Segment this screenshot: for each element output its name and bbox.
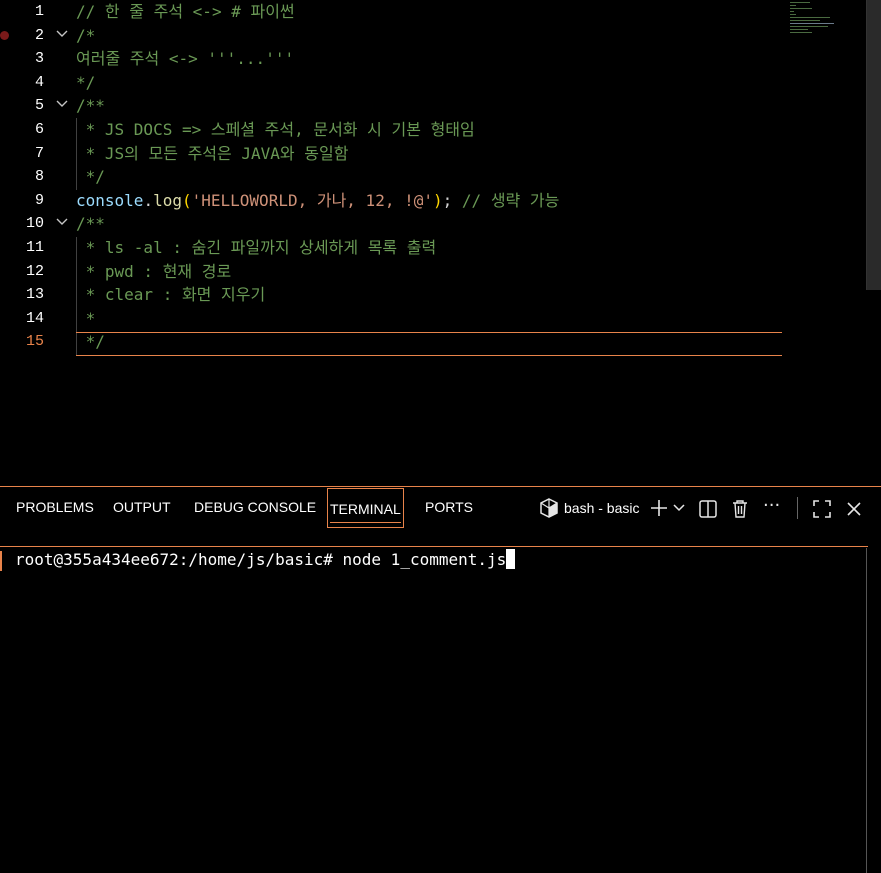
code-token-object: console	[76, 190, 144, 210]
code-line[interactable]: 3 여러줄 주석 <-> '''...'''	[0, 47, 800, 71]
code-line[interactable]: 2 /*	[0, 24, 800, 48]
code-text: *	[76, 308, 96, 328]
line-number: 11	[25, 239, 44, 256]
chevron-down-icon[interactable]	[54, 94, 70, 118]
code-editor[interactable]: 1 // 한 줄 주석 <-> # 파이썬 2 /* 3 여러줄 주석 <-> '''..…	[0, 0, 881, 486]
tab-problems[interactable]: PROBLEMS	[16, 487, 94, 527]
code-line[interactable]: 10 /**	[0, 212, 800, 236]
chevron-down-icon[interactable]	[54, 24, 70, 48]
terminal-focus-marker	[0, 551, 2, 571]
code-text: */	[76, 332, 105, 352]
code-line[interactable]: 13 * clear : 화면 지우기	[0, 283, 800, 307]
tab-terminal-label: TERMINAL	[330, 501, 401, 517]
maximize-icon[interactable]	[813, 500, 831, 518]
code-text: * ls -al : 숨긴 파일까지 상세하게 목록 출력	[76, 238, 437, 257]
code-line[interactable]: 6 * JS DOCS => 스페셜 주석, 문서화 시 기본 형태임	[0, 118, 800, 142]
chevron-down-icon[interactable]	[673, 502, 685, 514]
panel-tabs: PROBLEMS OUTPUT DEBUG CONSOLE TERMINAL P…	[0, 487, 881, 529]
code-line[interactable]: 8 */	[0, 165, 800, 189]
code-line[interactable]: 9 console.log('HELLOWORLD, 가나, 12, !@'); …	[0, 189, 800, 213]
line-number: 7	[34, 144, 44, 162]
tab-debug-console[interactable]: DEBUG CONSOLE	[194, 487, 316, 527]
code-line[interactable]: 15 */	[0, 330, 800, 354]
line-number: 1	[34, 3, 44, 20]
code-token-string: 'HELLOWORLD, 가나, 12, !@'	[191, 190, 433, 210]
code-line[interactable]: 1 // 한 줄 주석 <-> # 파이썬	[0, 0, 800, 24]
terminal-icon	[540, 498, 558, 518]
code-text: * clear : 화면 지우기	[76, 285, 266, 305]
tab-terminal[interactable]: TERMINAL	[327, 488, 404, 528]
plus-icon[interactable]	[650, 499, 668, 517]
terminal-cursor	[506, 549, 516, 569]
code-line[interactable]: 12 * pwd : 현재 경로	[0, 260, 800, 284]
ellipsis-icon[interactable]: ···	[763, 495, 780, 516]
code-text: /**	[76, 96, 105, 116]
line-number: 6	[34, 121, 44, 138]
terminal-prompt: root@355a434ee672:/home/js/basic#	[15, 550, 343, 569]
code-text: */	[76, 72, 96, 92]
code-token-paren: )	[433, 190, 443, 210]
line-number: 8	[34, 168, 44, 186]
line-number: 4	[34, 73, 44, 91]
terminal-command: node 1_comment.js	[342, 550, 507, 569]
code-text: * JS의 모든 주석은 JAVA와 동일함	[76, 143, 349, 163]
code-token-function: log	[153, 190, 182, 210]
tab-ports[interactable]: PORTS	[425, 487, 473, 527]
code-text: /**	[76, 214, 105, 234]
code-token-dot: .	[143, 190, 154, 210]
chevron-down-icon[interactable]	[54, 212, 70, 236]
close-icon[interactable]	[847, 502, 861, 516]
editor-scrollbar[interactable]	[866, 0, 881, 290]
line-number: 14	[25, 309, 44, 327]
code-text: * JS DOCS => 스페셜 주석, 문서화 시 기본 형태임	[76, 120, 475, 139]
code-text: * pwd : 현재 경로	[76, 261, 232, 281]
panel-separator	[0, 546, 868, 547]
toolbar-divider	[797, 497, 798, 519]
code-token-semicolon: ;	[442, 190, 453, 210]
code-line[interactable]: 4 */	[0, 71, 800, 95]
code-text: console.log('HELLOWORLD, 가나, 12, !@'); /…	[76, 189, 559, 213]
line-number: 10	[25, 215, 44, 233]
terminal-line: root@355a434ee672:/home/js/basic# node 1…	[15, 548, 516, 572]
code-line[interactable]: 5 /**	[0, 94, 800, 118]
minimap[interactable]	[786, 0, 866, 40]
active-tab-underline	[330, 522, 401, 523]
line-number: 3	[34, 50, 44, 68]
code-token-comment: // 생략 가능	[452, 190, 560, 210]
code-line[interactable]: 11 * ls -al : 숨긴 파일까지 상세하게 목록 출력	[0, 236, 800, 260]
code-line[interactable]: 7 * JS의 모든 주석은 JAVA와 동일함	[0, 142, 800, 166]
code-token-paren: (	[181, 190, 192, 210]
terminal-selector[interactable]: bash - basic	[540, 498, 645, 520]
tab-output[interactable]: OUTPUT	[113, 487, 171, 527]
terminal-scrollbar[interactable]	[866, 548, 867, 873]
line-number: 5	[34, 97, 44, 115]
line-number: 15	[25, 333, 44, 351]
line-number: 13	[25, 286, 44, 304]
code-text: /*	[76, 25, 96, 45]
terminal-name: bash - basic	[564, 500, 640, 516]
line-number: 9	[34, 191, 44, 209]
code-text: // 한 줄 주석 <-> # 파이썬	[76, 2, 295, 21]
code-text: 여러줄 주석 <-> '''...'''	[76, 49, 295, 69]
trash-icon[interactable]	[732, 500, 748, 518]
code-line[interactable]: 14 *	[0, 307, 800, 331]
split-terminal-icon[interactable]	[699, 500, 717, 518]
code-text: */	[76, 167, 105, 187]
terminal-output[interactable]: root@355a434ee672:/home/js/basic# node 1…	[0, 548, 866, 873]
line-number: 2	[34, 26, 44, 44]
line-number: 12	[25, 262, 44, 280]
